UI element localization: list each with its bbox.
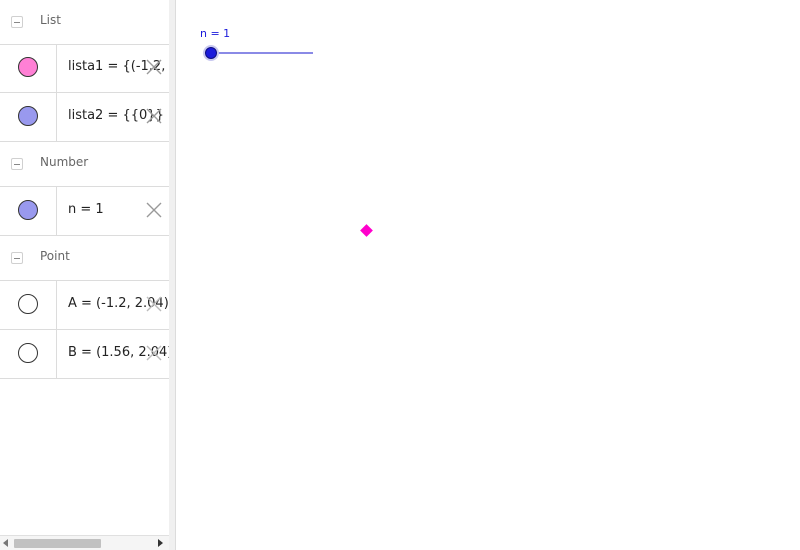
slider-handle[interactable] [205,47,217,59]
marble-cell [0,330,57,378]
close-icon[interactable] [145,295,163,313]
marble-cell [0,281,57,329]
graphics-canvas[interactable] [176,0,800,550]
group-label: List [40,13,61,27]
close-icon[interactable] [145,344,163,362]
scroll-right-icon[interactable] [158,539,163,547]
visibility-marble-icon[interactable] [18,57,38,77]
collapse-icon[interactable] [11,158,23,170]
group-header-list[interactable]: List [0,0,169,45]
visibility-marble-icon[interactable] [18,106,38,126]
group-label: Number [40,155,89,169]
visibility-marble-icon[interactable] [18,294,38,314]
close-icon[interactable] [145,58,163,76]
close-icon[interactable] [145,107,163,125]
group-header-point[interactable]: Point [0,236,169,281]
collapse-icon[interactable] [11,16,23,28]
algebra-view: List lista1 = {(-1.2, 2 lista2 = {{0}} N… [0,0,170,550]
graphics-view[interactable]: n = 1 [176,0,800,550]
visibility-marble-icon[interactable] [18,200,38,220]
point-marker[interactable] [360,224,373,237]
group-label: Point [40,249,70,263]
collapse-icon[interactable] [11,252,23,264]
algebra-row-B[interactable]: B = (1.56, 2.04) [0,330,169,379]
horizontal-scrollbar[interactable] [0,535,169,550]
definition-text[interactable]: n = 1 [68,202,104,217]
marble-cell [0,187,57,235]
group-header-number[interactable]: Number [0,142,169,187]
marble-cell [0,93,57,141]
marble-cell [0,44,57,92]
scroll-left-icon[interactable] [3,539,8,547]
algebra-row-lista1[interactable]: lista1 = {(-1.2, 2 [0,44,169,93]
scrollbar-thumb[interactable] [14,539,101,548]
algebra-row-A[interactable]: A = (-1.2, 2.04) [0,281,169,330]
close-icon[interactable] [145,201,163,219]
view-splitter[interactable] [169,0,176,550]
algebra-row-lista2[interactable]: lista2 = {{0}} [0,93,169,142]
visibility-marble-icon[interactable] [18,343,38,363]
algebra-row-n[interactable]: n = 1 [0,187,169,236]
